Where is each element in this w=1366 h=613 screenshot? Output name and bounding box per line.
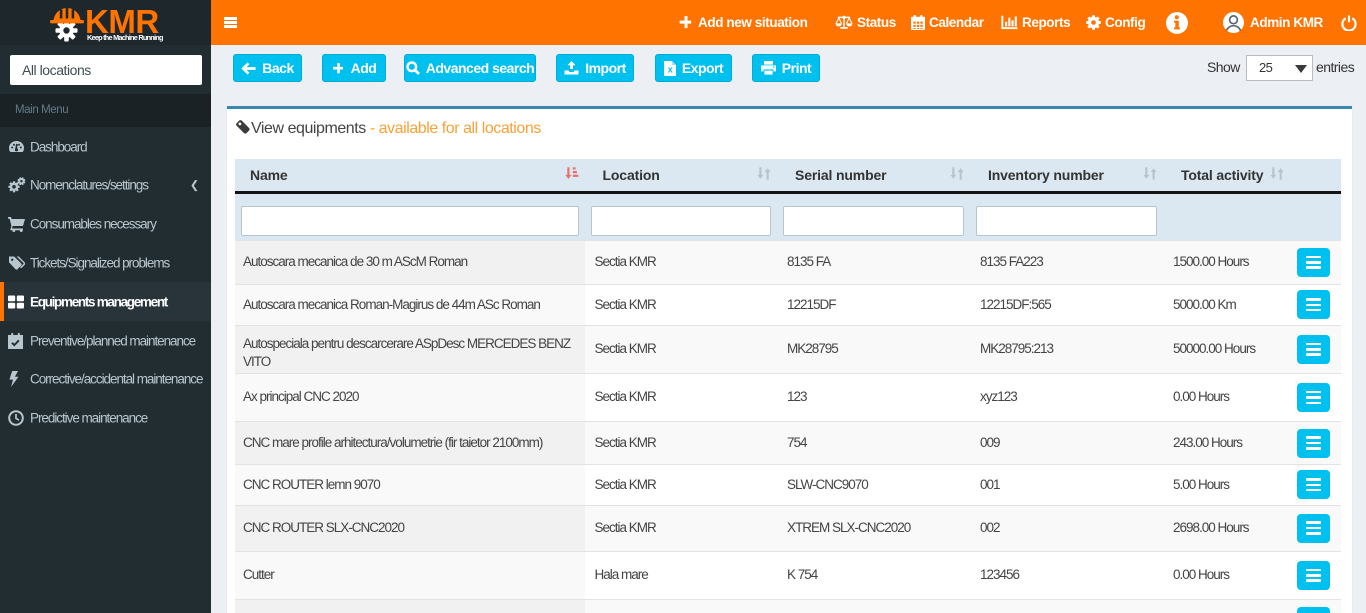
svg-text:Keep the Machine Running: Keep the Machine Running <box>87 33 163 42</box>
svg-text:x: x <box>668 64 673 74</box>
